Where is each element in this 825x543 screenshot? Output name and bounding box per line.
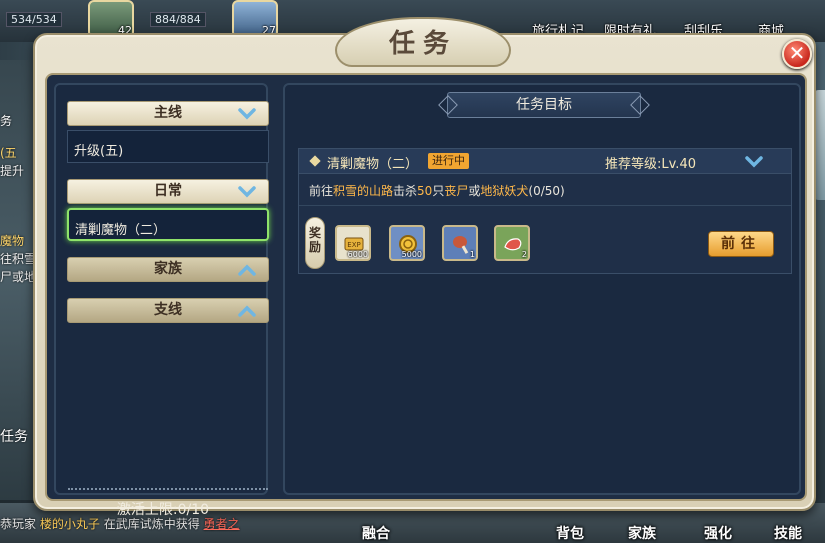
quest-category-panel: 主线 升级(五) 日常 清剿魔物（二） 家族 支线 激活上限:0/10 [54,83,269,518]
bottom-button-family[interactable]: 家族 [628,523,656,543]
dialog-body: 主线 升级(五) 日常 清剿魔物（二） 家族 支线 激活上限:0/10 任务目标 [45,73,807,518]
quest-card-header[interactable]: 清剿魔物（二） 进行中 推荐等级:Lv.40 [299,149,791,174]
category-daily[interactable]: 日常 [67,179,269,204]
quest-entry-clear-monsters[interactable]: 清剿魔物（二） [67,208,269,241]
category-main[interactable]: 主线 [67,101,269,126]
recommended-level: 推荐等级:Lv.40 [605,157,696,172]
chevron-down-icon[interactable] [745,155,763,169]
chevron-down-icon [238,108,256,120]
go-button[interactable]: 前往 [708,231,774,257]
reward-item-raw-meat[interactable]: 2 [494,225,530,261]
reward-item-gold-coin[interactable]: 5000 [389,225,425,261]
left-tracker-text: 尸或地 [0,270,37,284]
meat-leg-icon [453,236,469,254]
category-family[interactable]: 家族 [67,257,269,282]
pet-hp: 884/884 [150,12,206,27]
left-tracker-text: 提升 [0,164,25,178]
bottom-button-bag[interactable]: 背包 [556,523,584,543]
bottom-button-enhance[interactable]: 强化 [704,523,732,543]
quest-dialog: 任务 ✕ 主线 升级(五) 日常 清剿魔物（二） 家族 支线 激活上限:0/10… [33,17,816,518]
dialog-title: 任务 [388,29,457,59]
quest-detail-panel: 任务目标 清剿魔物（二） 进行中 推荐等级:Lv.40 前往积雪的山路击杀50只… [283,83,801,495]
diamond-icon [309,155,321,167]
status-badge: 进行中 [428,153,469,169]
reward-label: 奖励 [305,217,325,269]
bottom-button-fusion[interactable]: 融合 [362,523,390,543]
divider [68,488,268,490]
category-side[interactable]: 支线 [67,298,269,323]
player-hp: 534/534 [6,12,62,27]
goal-header: 任务目标 [447,92,641,118]
reward-item-exp-scroll[interactable]: EXP 6000 [335,225,371,261]
left-tracker-text: (五 [0,146,17,160]
left-tracker-text: 往积雪 [0,252,37,266]
dialog-title-plate: 任务 [335,17,511,67]
quest-entry-upgrade[interactable]: 升级(五) [67,130,269,163]
quest-name: 清剿魔物（二） [327,157,419,172]
chevron-up-icon [238,264,256,276]
left-tracker-text: 魔物 [0,234,25,248]
active-limit-text: 激活上限:0/10 [116,502,210,518]
bottom-button-skills[interactable]: 技能 [774,523,802,543]
reward-item-meat-leg[interactable]: 1 [442,225,478,261]
left-tab-quest[interactable]: 务 [0,112,12,129]
close-button[interactable]: ✕ [782,39,812,69]
chevron-down-icon [238,186,256,198]
divider [299,205,791,206]
left-tracker-text[interactable]: 任务 [0,426,28,446]
svg-text:EXP: EXP [347,241,360,249]
raw-meat-icon [504,238,522,251]
quest-card: 清剿魔物（二） 进行中 推荐等级:Lv.40 前往积雪的山路击杀50只丧尸或地狱… [298,148,792,274]
quest-description: 前往积雪的山路击杀50只丧尸或地狱妖犬(0/50) [309,184,565,198]
chevron-up-icon [238,305,256,317]
